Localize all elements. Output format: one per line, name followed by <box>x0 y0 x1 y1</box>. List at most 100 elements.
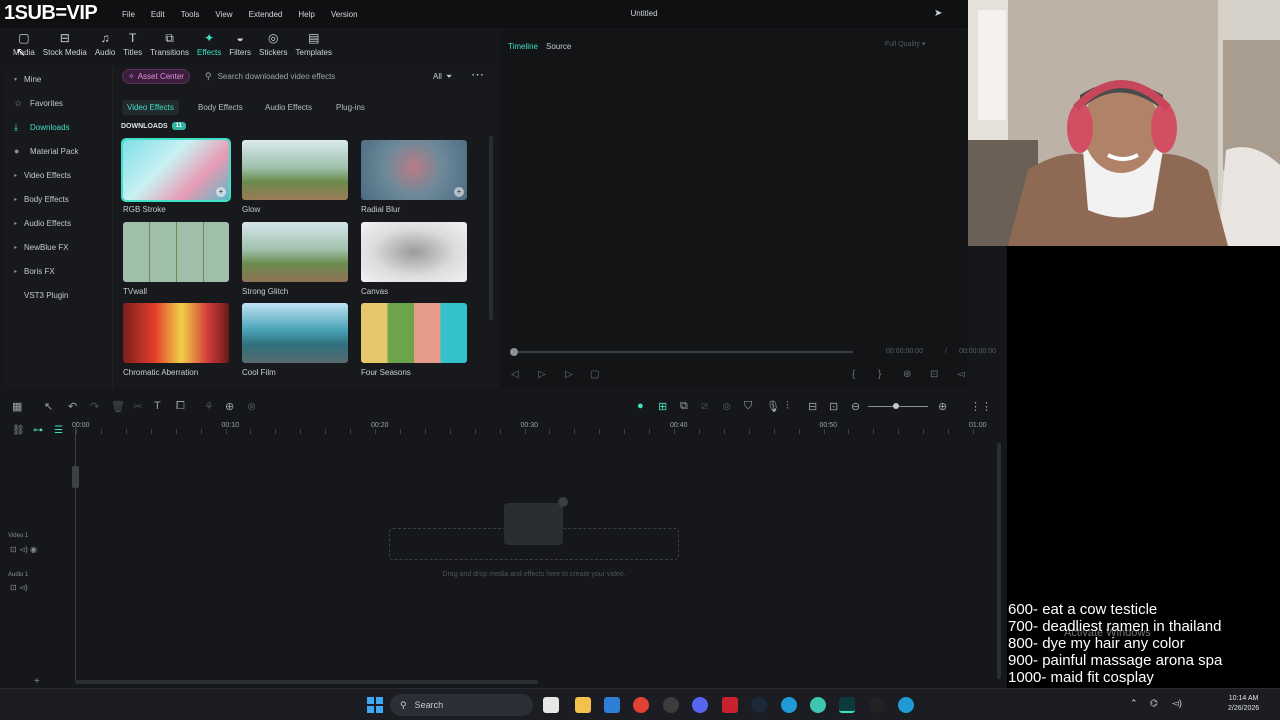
volume-icon[interactable]: ◅ <box>957 369 965 380</box>
task-view-icon[interactable] <box>543 697 559 713</box>
magnet-icon[interactable]: ⊞ <box>658 400 667 413</box>
tray-volume-icon[interactable]: ◅) <box>1172 698 1182 709</box>
tray-network-icon[interactable]: ⌬ <box>1150 698 1158 709</box>
tab-body-effects[interactable]: Body Effects <box>193 100 248 115</box>
zoom-in-icon[interactable]: ⊕ <box>938 400 947 413</box>
fit-icon[interactable]: ⊡ <box>829 400 838 413</box>
tool-stock-media[interactable]: ⊟ Stock Media <box>40 28 90 64</box>
layout-grid-icon[interactable]: ▦ <box>12 400 22 413</box>
sidebar-item-newblue-fx[interactable]: ▸ NewBlue FX <box>4 238 109 256</box>
microphone-icon[interactable]: 🎙 <box>766 400 780 413</box>
tab-timeline[interactable]: Timeline <box>508 42 538 51</box>
effect-tile[interactable]: Strong Glitch <box>242 222 348 296</box>
add-icon[interactable]: + <box>216 187 226 197</box>
asset-center-button[interactable]: ✧ Asset Center <box>122 69 190 84</box>
effect-tile[interactable]: + RGB Stroke <box>121 138 231 214</box>
zoom-slider[interactable] <box>868 403 928 409</box>
tool-audio[interactable]: ♫ Audio <box>92 28 118 64</box>
grid-menu-icon[interactable]: ⋮⋮ <box>970 400 992 413</box>
search-input[interactable]: ⚲ Search downloaded video effects <box>205 69 419 84</box>
tool-titles[interactable]: T Titles <box>120 28 145 64</box>
track-manage-icon[interactable]: ☰ <box>54 425 63 436</box>
acrobat-icon[interactable] <box>722 697 738 713</box>
effect-tile[interactable]: TVwall <box>123 222 229 296</box>
delete-icon[interactable]: 🗑 <box>111 400 125 413</box>
more-options-icon[interactable]: ⋯ <box>471 67 484 83</box>
file-explorer-icon[interactable] <box>575 697 591 713</box>
sidebar-item-audio-effects[interactable]: ▸ Audio Effects <box>4 214 109 232</box>
playhead[interactable] <box>75 424 76 680</box>
play-icon[interactable]: ▷ <box>538 369 546 380</box>
marker-icon[interactable]: ⧉ <box>680 400 688 413</box>
speed-icon[interactable]: ⊕ <box>225 400 234 413</box>
snap-toggle-icon[interactable]: ● <box>637 400 644 412</box>
stop-icon[interactable]: ▢ <box>590 369 599 380</box>
tab-video-effects[interactable]: Video Effects <box>122 100 179 115</box>
effect-tile[interactable]: Canvas <box>361 222 467 296</box>
preview-scrubber[interactable] <box>510 348 853 356</box>
effect-tile[interactable]: + Radial Blur <box>361 140 467 214</box>
link-icon[interactable]: ⛓ <box>12 425 25 436</box>
filmora-taskbar-icon[interactable] <box>839 697 855 713</box>
folder-icon[interactable]: ⊡ <box>10 583 17 592</box>
sidebar-item-vst3-plugin[interactable]: VST3 Plugin <box>4 286 109 304</box>
snapshot-icon[interactable]: ⊡ <box>930 369 938 380</box>
sidebar-item-downloads[interactable]: ⤓ Downloads <box>4 118 109 136</box>
app-icon[interactable] <box>810 697 826 713</box>
ai-tool-icon[interactable]: ⚘ <box>204 400 214 413</box>
tool-effects[interactable]: ✦ Effects <box>194 28 224 64</box>
sidebar-item-video-effects[interactable]: ▸ Video Effects <box>4 166 109 184</box>
timeline-scrollbar[interactable] <box>75 680 538 684</box>
mark-out-icon[interactable]: } <box>878 369 881 380</box>
timeline-ruler[interactable]: 00:00 00:10 00:20 00:30 00:40 00:50 01:00 <box>72 420 1000 434</box>
effect-tile[interactable]: Four Seasons <box>361 303 467 377</box>
more-tools-icon[interactable]: ⊗ <box>247 400 256 413</box>
speaker-icon[interactable]: ◅) <box>19 545 28 554</box>
effect-icon[interactable]: ⊚ <box>722 400 731 413</box>
vertical-scrollbar[interactable] <box>489 136 493 320</box>
sidebar-item-mine[interactable]: ▾ Mine <box>4 70 109 88</box>
effect-tile[interactable]: Chromatic Aberration <box>123 303 229 377</box>
tool-filters[interactable]: ◒ Filters <box>226 28 254 64</box>
tray-chevron-icon[interactable]: ⌃ <box>1130 698 1138 709</box>
tool-transitions[interactable]: ⧉ Transitions <box>147 28 192 64</box>
discord-icon[interactable] <box>692 697 708 713</box>
tool-templates[interactable]: ▤ Templates <box>293 28 335 64</box>
add-icon[interactable]: + <box>454 187 464 197</box>
sidebar-item-boris-fx[interactable]: ▸ Boris FX <box>4 262 109 280</box>
cut-icon[interactable]: ✂ <box>133 400 142 413</box>
effect-tile[interactable]: Glow <box>242 140 348 214</box>
split-icon[interactable]: ⧄ <box>701 400 708 413</box>
edge-icon[interactable] <box>781 697 797 713</box>
track-link-icon[interactable]: ⊶ <box>33 425 43 436</box>
playhead-handle[interactable] <box>72 466 79 488</box>
steam-icon[interactable] <box>751 697 767 713</box>
tab-plug-ins[interactable]: Plug-ins <box>331 100 370 115</box>
windows-start-icon[interactable] <box>367 697 383 713</box>
filter-dropdown[interactable]: All ⏷ <box>433 69 452 84</box>
taskbar-search[interactable]: ⚲ Search <box>390 694 533 716</box>
sidebar-item-body-effects[interactable]: ▸ Body Effects <box>4 190 109 208</box>
zoom-out-icon[interactable]: ⊖ <box>851 400 860 413</box>
crop-icon[interactable]: ⧠ <box>176 400 185 413</box>
store-icon[interactable] <box>604 697 620 713</box>
text-tool-icon[interactable]: T <box>154 400 161 412</box>
next-frame-icon[interactable]: ▷ <box>565 369 573 380</box>
media-player-icon[interactable] <box>869 697 885 713</box>
quality-dropdown[interactable]: Full Quality ▾ <box>885 40 925 48</box>
shield-icon[interactable]: ⛉ <box>744 400 752 413</box>
tab-source[interactable]: Source <box>546 42 571 51</box>
tool-stickers[interactable]: ◎ Stickers <box>256 28 290 64</box>
pip-icon[interactable]: ⊟ <box>808 400 817 413</box>
effect-tile[interactable]: Cool Film <box>242 303 348 377</box>
eye-icon[interactable]: ◉ <box>30 545 37 554</box>
audio-mixer-icon[interactable]: ⫶ <box>786 400 789 413</box>
undo-icon[interactable]: ↶ <box>68 400 77 413</box>
tab-audio-effects[interactable]: Audio Effects <box>260 100 317 115</box>
sidebar-item-favorites[interactable]: ☆ Favorites <box>4 94 109 112</box>
obs-icon[interactable] <box>663 697 679 713</box>
sidebar-item-material-pack[interactable]: ● Material Pack <box>4 142 109 160</box>
previous-frame-icon[interactable]: ◁ <box>511 369 519 380</box>
render-icon[interactable]: ⊛ <box>903 369 911 380</box>
select-tool-icon[interactable]: ↖ <box>44 400 53 413</box>
